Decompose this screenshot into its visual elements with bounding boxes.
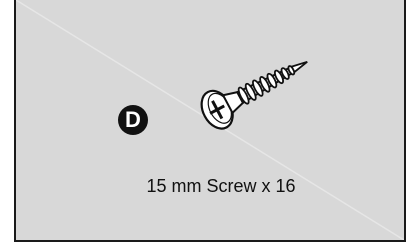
hardware-card: D 15 mm Screw x 16 bbox=[0, 0, 411, 242]
part-letter-badge: D bbox=[118, 105, 148, 135]
hardware-panel: D 15 mm Screw x 16 bbox=[14, 0, 406, 242]
part-caption: 15 mm Screw x 16 bbox=[146, 176, 296, 196]
screw-icon bbox=[200, 60, 308, 130]
